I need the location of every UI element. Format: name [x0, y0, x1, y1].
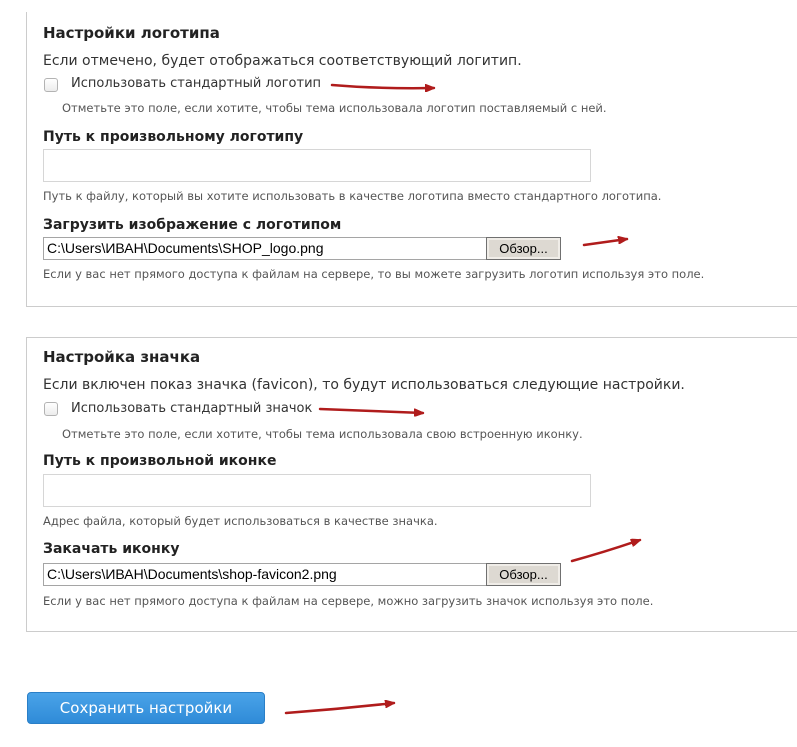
default-icon-checkbox[interactable] [44, 402, 58, 416]
logo-path-desc: Путь к файлу, который вы хотите использо… [43, 189, 662, 203]
logo-path-label: Путь к произвольному логотипу [43, 129, 304, 145]
red-arrow-icon [284, 703, 394, 715]
icon-settings-legend: Настройка значка [43, 348, 201, 366]
logo-browse-button[interactable]: Обзор... [486, 237, 561, 260]
default-icon-label[interactable]: Использовать стандартный значок [71, 401, 312, 416]
icon-upload-label: Закачать иконку [43, 541, 180, 557]
logo-settings-intro: Если отмечено, будет отображаться соотве… [43, 53, 522, 69]
save-settings-button[interactable]: Сохранить настройки [27, 692, 265, 724]
default-logo-label[interactable]: Использовать стандартный логотип [71, 76, 321, 91]
icon-upload-desc: Если у вас нет прямого доступа к файлам … [43, 594, 654, 608]
icon-path-desc: Адрес файла, который будет использоватьс… [43, 514, 438, 528]
icon-settings-intro: Если включен показ значка (favicon), то … [43, 377, 685, 393]
icon-upload-file-input[interactable]: C:\Users\ИВАН\Documents\shop-favicon2.pn… [43, 563, 486, 586]
logo-upload-desc: Если у вас нет прямого доступа к файлам … [43, 267, 705, 281]
icon-path-label: Путь к произвольной иконке [43, 453, 277, 469]
default-logo-desc: Отметьте это поле, если хотите, чтобы те… [62, 101, 607, 115]
default-logo-checkbox[interactable] [44, 78, 58, 92]
icon-browse-button[interactable]: Обзор... [486, 563, 561, 586]
logo-upload-file-input[interactable]: C:\Users\ИВАН\Documents\SHOP_logo.png [43, 237, 486, 260]
icon-path-input[interactable] [43, 474, 591, 507]
default-icon-desc: Отметьте это поле, если хотите, чтобы те… [62, 427, 583, 441]
logo-settings-legend: Настройки логотипа [43, 24, 220, 42]
logo-upload-label: Загрузить изображение с логотипом [43, 217, 342, 233]
logo-path-input[interactable] [43, 149, 591, 182]
